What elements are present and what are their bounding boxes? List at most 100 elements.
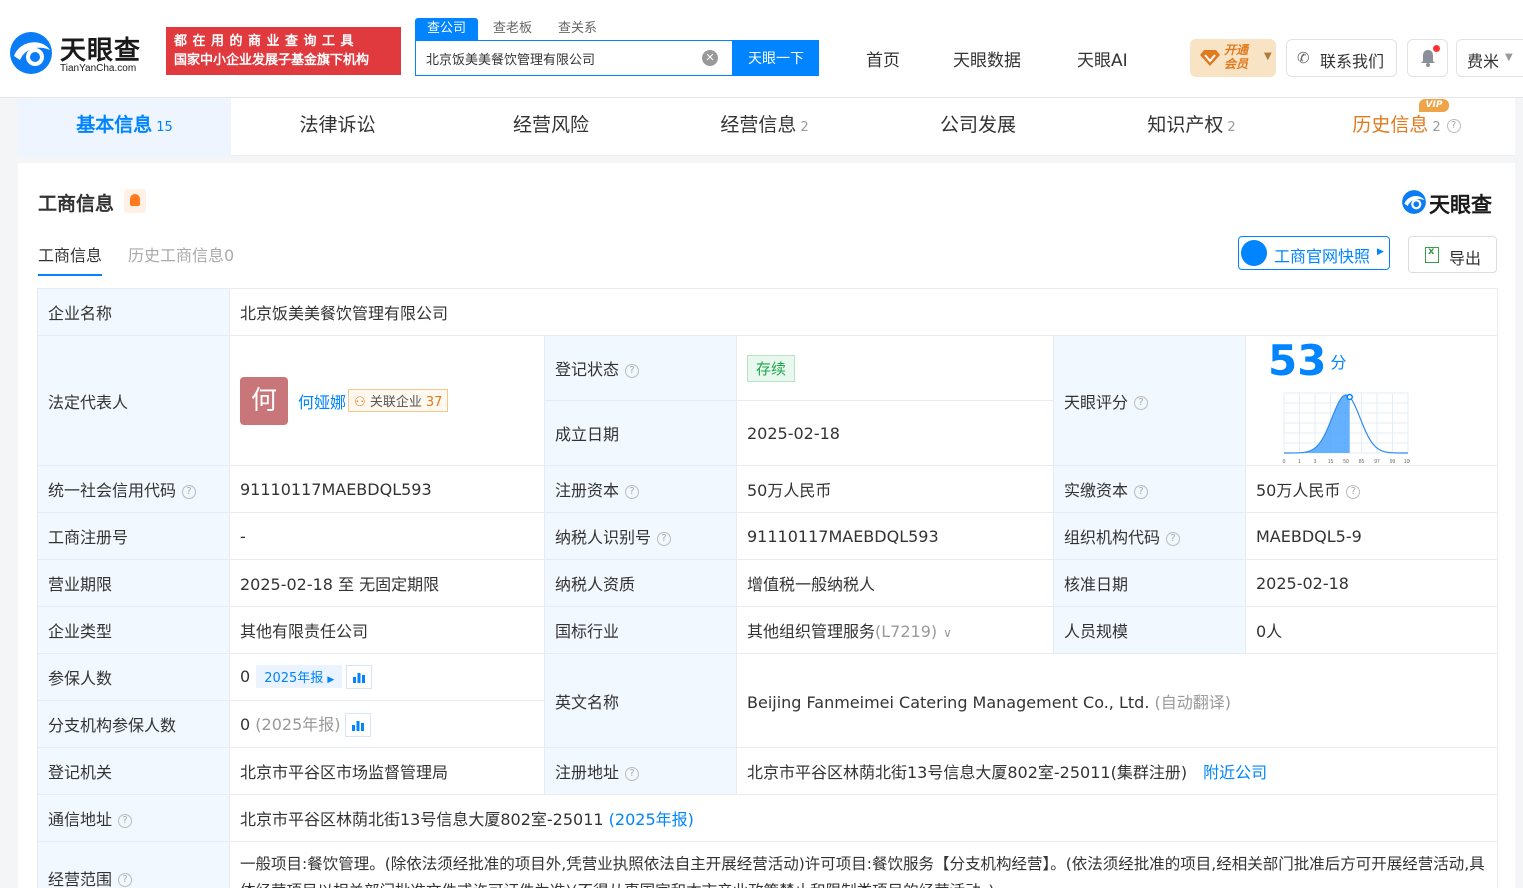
annual-report-tag[interactable]: 2025年报 ▶ [256,664,343,688]
tab-ip[interactable]: 知识产权 2 [1085,98,1298,156]
tianyancha-logo[interactable]: 天眼查 TianYanCha.com [8,30,158,76]
tab-business-risk[interactable]: 经营风险 [444,98,658,156]
related-companies-tag[interactable]: ⚇ 关联企业 37 [348,389,449,412]
credit-code-label-text: 统一社会信用代码 [48,481,177,500]
tab-label: 基本信息 [76,114,153,136]
tab-basic-info[interactable]: 基本信息 15 [18,98,231,156]
insured-cell: 0 2025年报 ▶ [229,653,545,701]
help-icon[interactable]: ? [1346,484,1361,499]
help-icon[interactable]: ? [625,363,640,378]
mail-address-report-link[interactable]: (2025年报) [609,810,694,829]
monitor-bell-icon[interactable] [124,189,146,213]
reg-status-cell: 存续 [736,335,1054,401]
arrow-right-icon: ▶ [327,674,335,685]
chart-tick-label: 85 [1359,459,1365,465]
arrow-right-icon: ▶ [1377,247,1384,257]
help-icon[interactable]: ? [625,484,640,499]
legal-rep-name[interactable]: 何娅娜 [298,393,346,412]
contact-label: 联系我们 [1320,52,1385,71]
phone-icon: ✆ [1297,49,1310,67]
chart-tick-label: 100 [1404,459,1410,465]
chart-tick-label: 1 [1298,459,1301,465]
branch-insured-label: 分支机构参保人数 [37,700,230,748]
table-row: 工商注册号 - 纳税人识别号? 91110117MAEBDQL593 组织机构代… [37,512,1499,560]
notification-button[interactable] [1407,39,1448,77]
chevron-down-icon: ▼ [1505,52,1513,63]
paid-capital-label: 实缴资本? [1053,465,1246,513]
reg-address-label-text: 注册地址 [555,763,620,782]
help-icon[interactable]: ? [625,766,640,781]
nav-tianyan-data[interactable]: 天眼数据 [953,46,1021,71]
user-name: 费米 [1467,52,1500,71]
industry-cell[interactable]: 其他组织管理服务(L7219) ∨ [736,606,1054,654]
help-icon[interactable]: ? [118,813,133,828]
nav-tianyan-ai[interactable]: 天眼AI [1077,46,1128,71]
industry-code: (L7219) [875,622,938,641]
help-icon[interactable]: ? [1134,396,1149,410]
search-button[interactable]: 天眼一下 [733,40,819,76]
help-icon[interactable]: ? [1134,484,1149,499]
contact-button[interactable]: ✆ 联系我们 [1286,39,1397,77]
chart-tick-label: 3 [1314,459,1317,465]
chart-tick-label: 15 [1328,459,1334,465]
score-distribution-chart[interactable]: 0 1 3 15 50 85 97 99 100 [1282,385,1412,465]
score-cell: 53分 0 1 3 15 50 85 97 99 100 [1244,335,1499,466]
english-name-note: (自动翻译) [1154,692,1232,712]
search-tab-boss[interactable]: 查老板 [493,18,532,40]
term-value: 2025-02-18 至 无固定期限 [229,559,545,607]
tab-history[interactable]: 历史信息 2? [1298,98,1515,156]
vip-label-line-1: 开通 [1224,43,1249,57]
search-input[interactable] [426,41,696,75]
chart-tick-label: 97 [1374,459,1380,465]
tab-count: 2 [800,120,809,135]
term-label: 营业期限 [37,559,230,607]
tab-label: 法律诉讼 [299,114,376,136]
approve-date-value: 2025-02-18 [1244,559,1499,607]
nearby-companies-link[interactable]: 附近公司 [1203,763,1267,782]
taxpayer-qual-label: 纳税人资质 [544,559,737,607]
related-count: 37 [425,395,443,410]
nav-home[interactable]: 首页 [866,46,900,71]
chart-tick-label: 99 [1390,459,1396,465]
bar-chart-icon[interactable] [344,713,371,738]
tab-count: 2 [1432,120,1441,135]
table-row: 营业期限 2025-02-18 至 无固定期限 纳税人资质 增值税一般纳税人 核… [37,559,1499,607]
taxpayer-id-label-text: 纳税人识别号 [555,528,652,547]
subtab-history-business-info[interactable]: 历史工商信息0 [128,242,234,266]
official-snapshot-button[interactable]: 工商官网快照 ▶ [1238,236,1390,270]
english-name-cell: Beijing Fanmeimei Catering Management Co… [735,653,1499,748]
tab-development[interactable]: 公司发展 [871,98,1085,156]
export-button[interactable]: 导出 [1408,236,1497,273]
paid-capital-value: 50万人民币 [1256,481,1341,500]
mail-address-value: 北京市平谷区林荫北街13号信息大厦802室-25011 [240,810,604,829]
company-name-label: 企业名称 [37,288,230,336]
vip-button[interactable]: 开通 会员 ▼ [1190,39,1276,77]
export-label: 导出 [1449,249,1482,268]
approve-date-label: 核准日期 [1053,559,1246,607]
subtab-business-info[interactable]: 工商信息 [38,242,103,276]
taxpayer-id-label: 纳税人识别号? [544,512,737,560]
org-code-label: 组织机构代码? [1053,512,1246,560]
help-icon[interactable]: ? [1446,118,1461,133]
bar-chart-icon[interactable] [346,665,373,690]
search-tab-relation[interactable]: 查关系 [558,18,597,40]
authority-label: 登记机关 [37,747,230,795]
found-date-value: 2025-02-18 [736,400,1054,466]
found-date-label: 成立日期 [544,400,737,466]
branch-insured-note: (2025年报) [255,714,341,734]
search-tab-company[interactable]: 查公司 [415,18,479,40]
table-row: 法定代表人 何何娅娜 ⚇ 关联企业 37 登记状态? 存续 天眼评分? 53 分 01… [37,335,1499,466]
help-icon[interactable]: ? [657,531,672,546]
chevron-down-icon[interactable]: ∨ [943,626,952,640]
help-icon[interactable]: ? [118,873,133,887]
table-row: 通信地址? 北京市平谷区林荫北街13号信息大厦802室-25011 (2025年… [37,794,1499,842]
tab-business-info[interactable]: 经营信息 2 [658,98,871,156]
user-menu[interactable]: 费米 ▼ [1456,39,1523,77]
avatar[interactable]: 何 [240,376,288,425]
tab-legal[interactable]: 法律诉讼 [231,98,444,156]
clear-icon[interactable]: ✕ [702,50,718,66]
help-icon[interactable]: ? [1166,531,1181,546]
score-value: 53 [1268,336,1327,385]
help-icon[interactable]: ? [182,484,197,499]
tab-label: 知识产权 [1147,114,1224,136]
